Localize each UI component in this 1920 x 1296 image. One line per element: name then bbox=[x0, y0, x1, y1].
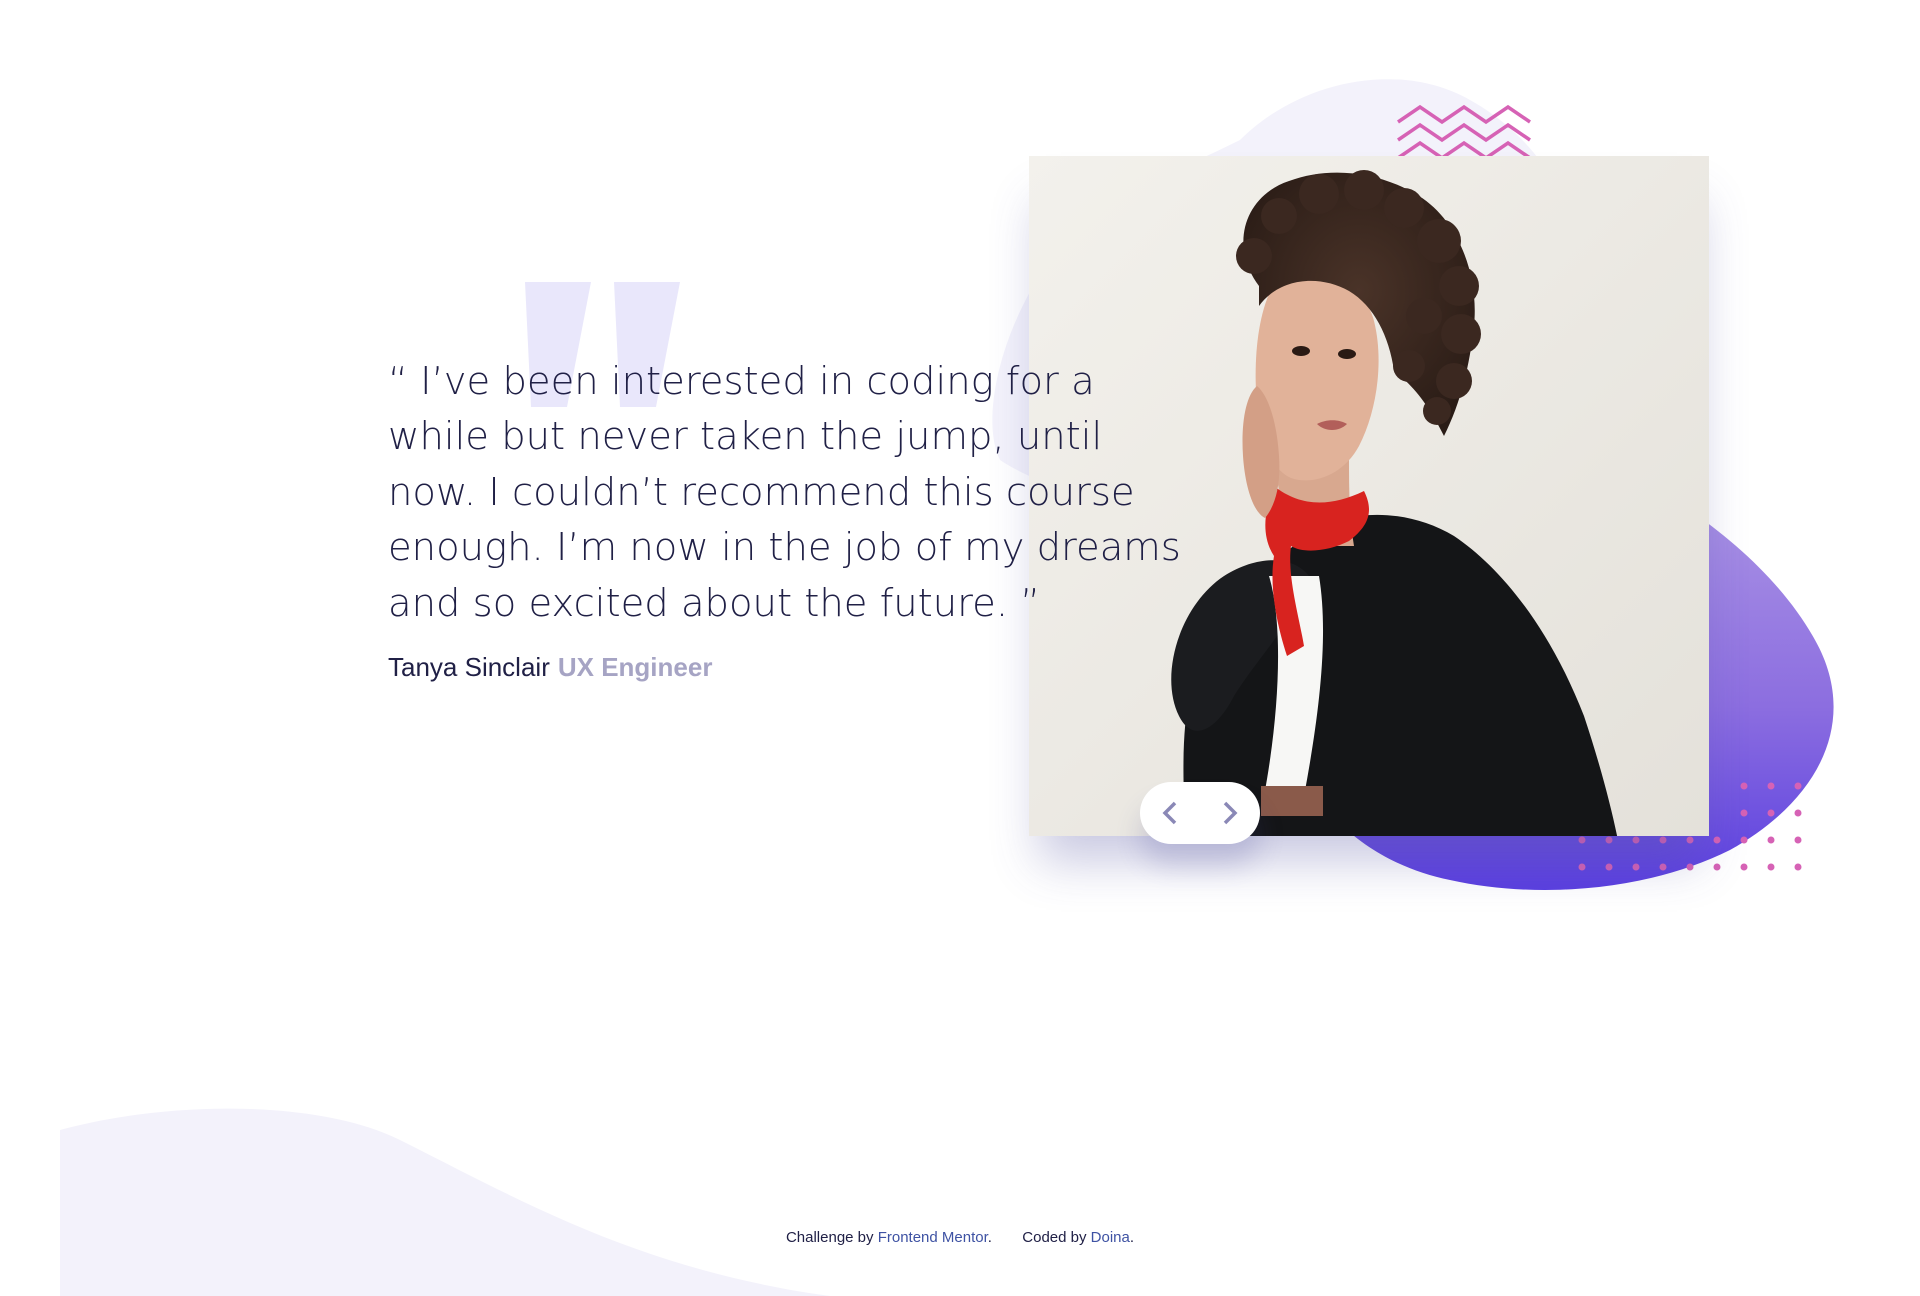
author-link[interactable]: Doina bbox=[1091, 1229, 1130, 1246]
challenge-prefix: Challenge by bbox=[785, 1229, 874, 1246]
chevron-right-icon bbox=[1223, 801, 1238, 825]
coded-suffix: . bbox=[1129, 1229, 1135, 1246]
author-role: UX Engineer bbox=[557, 652, 713, 682]
slider-navigation bbox=[1140, 782, 1260, 844]
challenge-suffix: . bbox=[987, 1229, 992, 1246]
testimonial-author: Tanya Sinclair UX Engineer bbox=[388, 650, 712, 684]
frontend-mentor-link[interactable]: Frontend Mentor bbox=[878, 1229, 988, 1246]
bottom-wave-shape bbox=[60, 1108, 830, 1296]
coded-prefix: Coded by bbox=[1022, 1229, 1087, 1246]
testimonial-quote: “ I’ve been interested in coding for a w… bbox=[388, 359, 1181, 626]
chevron-left-icon bbox=[1162, 801, 1177, 825]
next-button[interactable] bbox=[1200, 782, 1260, 844]
attribution-footer: Challenge by Frontend Mentor. Coded by D… bbox=[0, 1228, 1920, 1248]
author-name: Tanya Sinclair bbox=[388, 652, 550, 682]
previous-button[interactable] bbox=[1140, 782, 1200, 844]
